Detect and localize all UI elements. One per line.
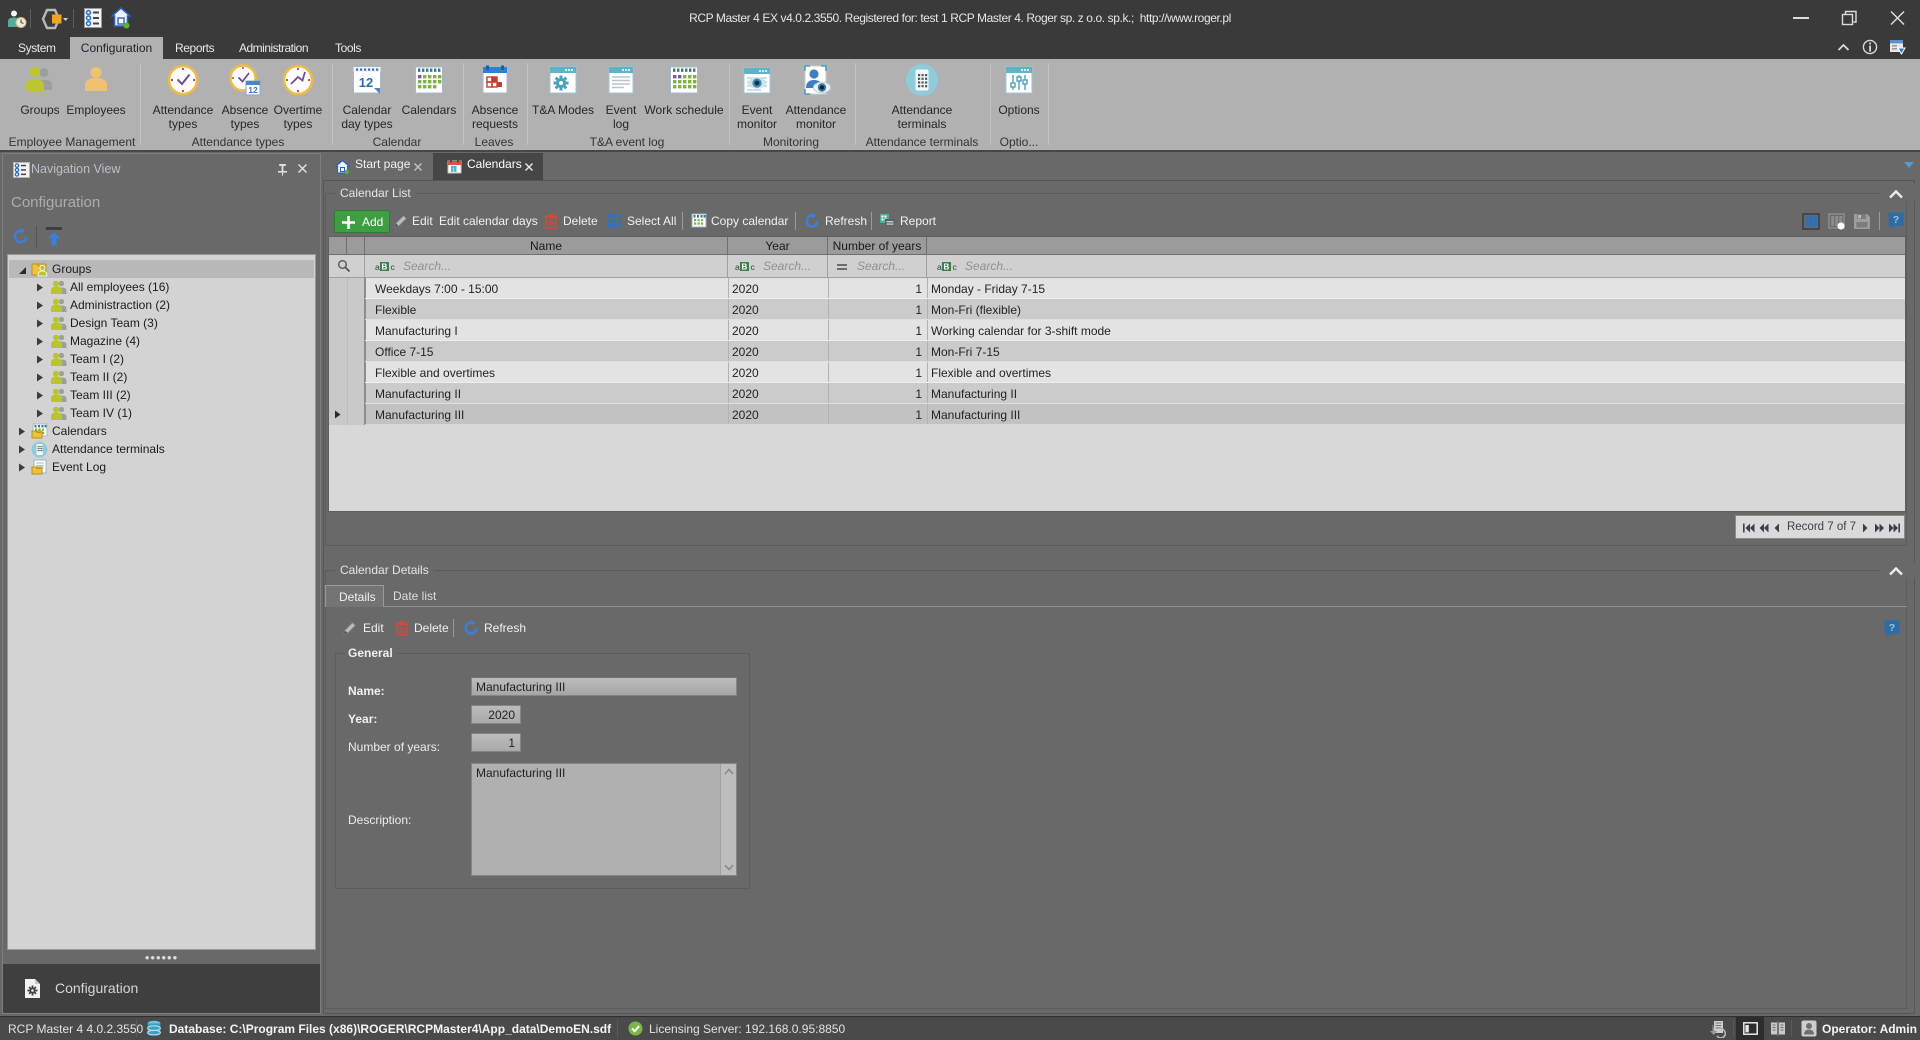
svg-text:c: c — [953, 262, 958, 272]
svg-text:B: B — [742, 263, 748, 272]
svg-text:B: B — [382, 263, 388, 272]
svg-text:?: ? — [1889, 622, 1895, 634]
svg-text:c: c — [391, 262, 396, 272]
svg-text:a: a — [375, 262, 380, 272]
svg-text:B: B — [944, 263, 950, 272]
svg-text:1: 1 — [452, 167, 455, 173]
svg-text:12: 12 — [248, 85, 258, 95]
svg-text:12: 12 — [359, 75, 373, 90]
svg-text:a: a — [735, 262, 740, 272]
svg-text:?: ? — [1893, 214, 1899, 226]
svg-text:c: c — [751, 262, 756, 272]
svg-text:a: a — [937, 262, 942, 272]
